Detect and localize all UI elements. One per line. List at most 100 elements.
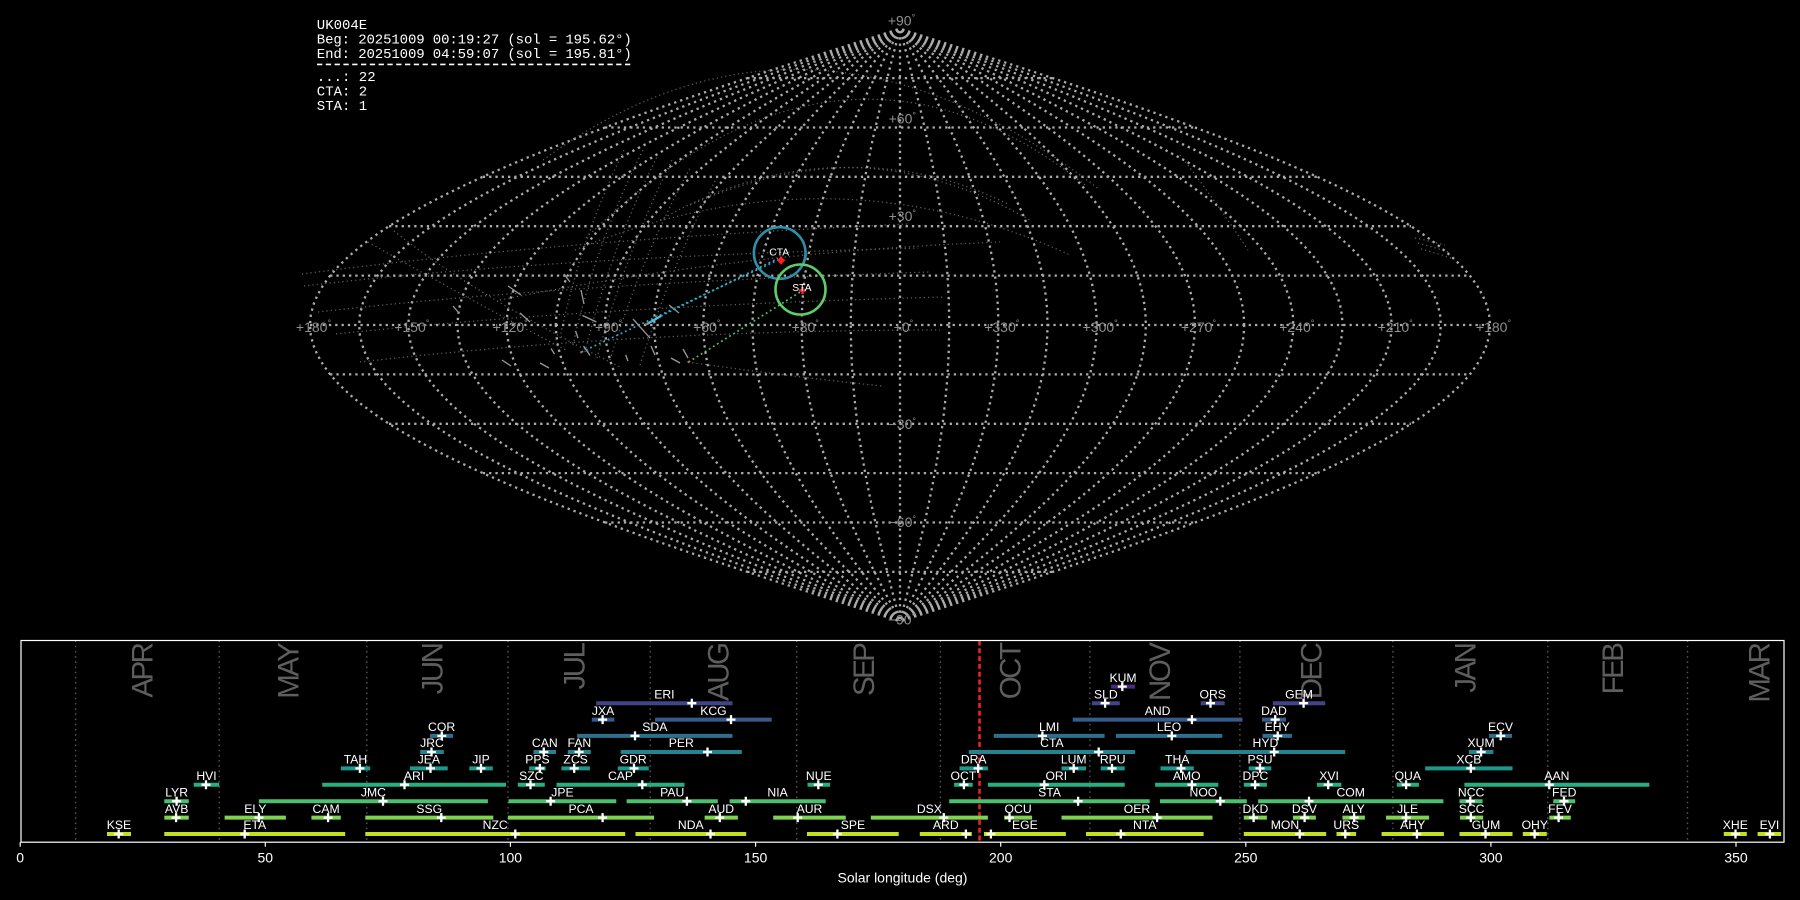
svg-text:NZC: NZC [483, 818, 508, 832]
svg-text:PER: PER [669, 736, 694, 750]
svg-text:HVI: HVI [196, 769, 216, 783]
svg-text:+180°: +180° [296, 318, 332, 335]
svg-text:RPU: RPU [1100, 753, 1126, 767]
svg-text:AUG: AUG [703, 644, 736, 701]
svg-text:GUM: GUM [1472, 818, 1500, 832]
svg-text:SLD: SLD [1094, 687, 1118, 701]
svg-text:SZC: SZC [519, 769, 544, 783]
svg-text:JPE: JPE [551, 785, 573, 799]
svg-text:SSG: SSG [416, 802, 442, 816]
svg-text:ERI: ERI [654, 687, 674, 701]
svg-text:DSX: DSX [917, 802, 942, 816]
svg-text:STA: 1: STA: 1 [317, 99, 367, 115]
svg-text:PAU: PAU [660, 785, 684, 799]
svg-text:KUM: KUM [1109, 671, 1136, 685]
svg-text:NOO: NOO [1190, 785, 1218, 799]
svg-text:OCT: OCT [994, 642, 1027, 699]
svg-text:CAP: CAP [608, 769, 633, 783]
svg-text:+30°: +30° [792, 318, 820, 335]
svg-text:OER: OER [1124, 802, 1151, 816]
svg-text:+270°: +270° [1181, 318, 1217, 335]
svg-text:THA: THA [1165, 753, 1190, 767]
svg-text:QUA: QUA [1395, 769, 1422, 783]
svg-text:OHY: OHY [1522, 818, 1548, 832]
svg-text:+300°: +300° [1083, 318, 1119, 335]
svg-text:JEA: JEA [418, 753, 441, 767]
svg-text:200: 200 [989, 850, 1013, 866]
svg-text:150: 150 [744, 850, 768, 866]
svg-text:+240°: +240° [1279, 318, 1315, 335]
svg-text:NTA: NTA [1133, 818, 1157, 832]
svg-text:JAN: JAN [1450, 644, 1483, 692]
svg-text:0: 0 [16, 850, 24, 866]
svg-text:DSV: DSV [1292, 802, 1318, 816]
svg-text:NOV: NOV [1144, 642, 1177, 701]
svg-text:JMC: JMC [361, 785, 386, 799]
svg-text:+180°: +180° [1476, 318, 1512, 335]
svg-text:LUM: LUM [1061, 753, 1087, 767]
svg-text:+210°: +210° [1378, 318, 1414, 335]
svg-text:COM: COM [1336, 785, 1364, 799]
svg-text:+120°: +120° [493, 318, 529, 335]
svg-text:GEM: GEM [1285, 687, 1313, 701]
svg-text:−30°: −30° [889, 416, 917, 432]
svg-text:JLE: JLE [1397, 802, 1418, 816]
svg-text:ETA: ETA [243, 818, 267, 832]
svg-text:EHY: EHY [1265, 720, 1290, 734]
svg-text:GDR: GDR [620, 753, 647, 767]
svg-text:FAN: FAN [567, 736, 591, 750]
svg-text:ARI: ARI [404, 769, 424, 783]
svg-text:+60°: +60° [693, 318, 721, 335]
svg-text:Solar longitude (deg): Solar longitude (deg) [838, 870, 968, 886]
svg-text:AUR: AUR [797, 802, 823, 816]
svg-text:XHE: XHE [1723, 818, 1748, 832]
svg-text:STA: STA [1038, 785, 1062, 799]
svg-text:HYD: HYD [1253, 736, 1279, 750]
svg-text:KCG: KCG [700, 704, 726, 718]
svg-text:STA: STA [792, 283, 811, 294]
svg-text:ALY: ALY [1343, 802, 1365, 816]
svg-text:DRA: DRA [961, 753, 988, 767]
svg-text:ELY: ELY [244, 802, 266, 816]
svg-text:APR: APR [127, 643, 160, 697]
svg-text:FED: FED [1552, 785, 1577, 799]
svg-text:+150°: +150° [394, 318, 430, 335]
svg-text:50: 50 [258, 850, 274, 866]
svg-text:OCU: OCU [1005, 802, 1032, 816]
svg-text:FEB: FEB [1597, 643, 1630, 695]
svg-text:SPE: SPE [841, 818, 865, 832]
svg-text:250: 250 [1234, 850, 1258, 866]
svg-text:NCC: NCC [1458, 785, 1485, 799]
svg-text:350: 350 [1724, 850, 1748, 866]
svg-text:URS: URS [1333, 818, 1359, 832]
svg-text:JXA: JXA [592, 704, 615, 718]
svg-text:AMO: AMO [1173, 769, 1201, 783]
svg-text:−60°: −60° [889, 514, 917, 530]
svg-text:DAD: DAD [1261, 704, 1287, 718]
svg-text:NUE: NUE [806, 769, 832, 783]
svg-text:CAN: CAN [532, 736, 558, 750]
svg-text:CAM: CAM [313, 802, 340, 816]
svg-text:MAR: MAR [1743, 643, 1776, 702]
svg-text:JIP: JIP [472, 753, 490, 767]
svg-text:AUD: AUD [708, 802, 734, 816]
svg-text:+90°: +90° [595, 318, 623, 335]
svg-text:+330°: +330° [984, 318, 1020, 335]
svg-text:XUM: XUM [1468, 736, 1495, 750]
svg-text:AAN: AAN [1544, 769, 1569, 783]
svg-text:NIA: NIA [767, 785, 788, 799]
svg-text:XCB: XCB [1456, 753, 1481, 767]
svg-text:EVI: EVI [1760, 818, 1780, 832]
svg-text:NDA: NDA [678, 818, 705, 832]
svg-text:PPS: PPS [525, 753, 549, 767]
svg-text:ECV: ECV [1488, 720, 1514, 734]
svg-text:MAY: MAY [272, 642, 305, 699]
svg-text:ORI: ORI [1045, 769, 1067, 783]
svg-text:JUN: JUN [417, 644, 450, 694]
svg-text:XVI: XVI [1319, 769, 1339, 783]
svg-text:KSE: KSE [107, 818, 131, 832]
svg-text:TAH: TAH [344, 753, 367, 767]
svg-text:PCA: PCA [568, 802, 594, 816]
svg-text:EGE: EGE [1012, 818, 1038, 832]
svg-text:JUL: JUL [558, 642, 591, 689]
